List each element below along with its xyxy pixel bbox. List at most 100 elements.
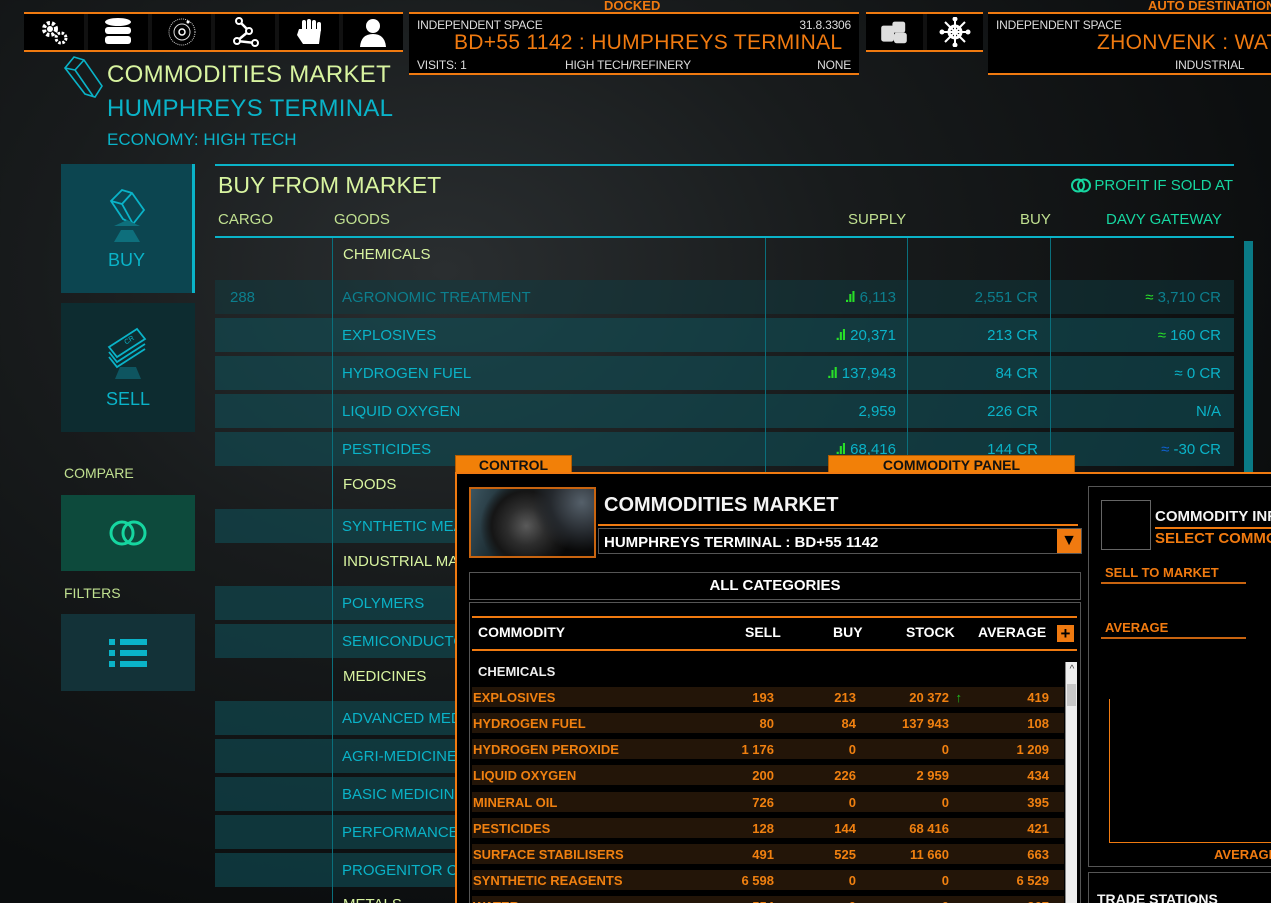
sell-price: 554: [752, 899, 774, 903]
column-buy[interactable]: BUY: [1020, 211, 1051, 228]
commodity-row[interactable]: SURFACE STABILISERS 491 525 11 660 663: [472, 844, 1064, 864]
profit-label: PROFIT IF SOLD AT: [1070, 177, 1233, 194]
all-categories-button[interactable]: ALL CATEGORIES: [469, 572, 1081, 600]
trade-stations-title: TRADE STATIONS: [1097, 891, 1218, 903]
compare-label: COMPARE: [64, 465, 134, 481]
approx-icon: ≈: [1174, 365, 1183, 382]
filters-label: FILTERS: [64, 585, 121, 601]
column-supply[interactable]: SUPPLY: [848, 211, 906, 228]
sell-tab[interactable]: CR SELL: [61, 303, 195, 432]
station-thumbnail: [469, 487, 596, 558]
column-divider: [907, 238, 908, 478]
buy-price: 144: [834, 821, 856, 836]
commodity-row[interactable]: SYNTHETIC REAGENTS 6 598 0 0 6 529: [472, 870, 1064, 890]
overlay-title: COMMODITIES MARKET: [604, 494, 839, 516]
goods-cell: PESTICIDES: [342, 441, 432, 458]
divider: [1101, 637, 1246, 639]
select-commodity-prompt: SELECT COMMODITY: [1155, 530, 1271, 547]
table-row[interactable]: PESTICIDES .ıl 68,416 144 CR ≈ -30 CR: [215, 432, 1234, 466]
scroll-up-icon[interactable]: ^: [1066, 664, 1078, 675]
add-column-button[interactable]: +: [1057, 625, 1074, 642]
commodity-name: HYDROGEN PEROXIDE: [473, 742, 619, 757]
buy-price: 226: [834, 768, 856, 783]
profit-cell: ≈ 3,710 CR: [1145, 289, 1221, 306]
sell-price: 200: [752, 768, 774, 783]
goods-cell: LIQUID OXYGEN: [342, 403, 461, 420]
sell-price: 80: [759, 716, 774, 731]
station-select[interactable]: HUMPHREYS TERMINAL : BD+55 1142 ▼: [598, 528, 1082, 554]
average-price: 395: [1027, 795, 1049, 810]
station-select-value: HUMPHREYS TERMINAL : BD+55 1142: [604, 534, 879, 551]
category-foods: FOODS: [343, 476, 397, 493]
profile-button[interactable]: [343, 14, 403, 50]
divider: [598, 524, 1078, 526]
stock-value: 0: [942, 899, 949, 903]
profit-cell: N/A: [1195, 403, 1221, 420]
commodity-name: MINERAL OIL: [473, 795, 558, 810]
database-button[interactable]: [87, 14, 148, 50]
table-row[interactable]: HYDROGEN FUEL .ıl 137,943 84 CR ≈ 0 CR: [215, 356, 1234, 390]
filters-button[interactable]: [61, 614, 195, 691]
compare-rings-icon: [1071, 178, 1092, 193]
credits-button[interactable]: [866, 14, 923, 50]
stock-value: 2 959: [916, 768, 949, 783]
current-location-name: BD+55 1142 : HUMPHREYS TERMINAL: [454, 31, 843, 54]
table-scrollbar[interactable]: [1244, 241, 1253, 473]
column-commodity[interactable]: COMMODITY: [478, 624, 565, 640]
average-price: 434: [1027, 768, 1049, 783]
money-tools: [866, 12, 983, 52]
goods-cell: POLYMERS: [342, 595, 425, 612]
divider: [472, 649, 1077, 651]
column-cargo[interactable]: CARGO: [218, 211, 273, 228]
sell-price: 6 598: [741, 873, 774, 888]
power-button[interactable]: [279, 14, 340, 50]
sell-price: 1 176: [741, 742, 774, 757]
column-average[interactable]: AVERAGE: [978, 624, 1046, 640]
commodity-overlay-panel: COMMODITIES MARKET HUMPHREYS TERMINAL : …: [455, 472, 1271, 903]
scroll-thumb[interactable]: [1067, 684, 1076, 706]
column-sell[interactable]: SELL: [745, 624, 781, 640]
buy-cargo-icon: [109, 188, 145, 242]
column-compare-station[interactable]: DAVY GATEWAY: [1106, 211, 1222, 228]
goods-cell: AGRONOMIC TREATMENT: [342, 289, 531, 306]
profit-label-text: PROFIT IF SOLD AT: [1094, 177, 1233, 194]
network-icon: [939, 17, 971, 47]
goods-cell: EXPLOSIVES: [342, 327, 437, 344]
profit-cell: ≈ -30 CR: [1161, 441, 1221, 458]
dropdown-arrow-icon[interactable]: ▼: [1057, 529, 1081, 553]
column-buy[interactable]: BUY: [833, 624, 863, 640]
average-price: 1 209: [1016, 742, 1049, 757]
current-location-panel: INDEPENDENT SPACE 31.8.3306 BD+55 1142 :…: [409, 12, 859, 75]
stock-value: 68 416: [909, 821, 949, 836]
column-goods[interactable]: GOODS: [334, 211, 390, 228]
table-row[interactable]: LIQUID OXYGEN 2,959 226 CR N/A: [215, 394, 1234, 428]
commodity-row[interactable]: HYDROGEN FUEL 80 84 137 943 108: [472, 713, 1064, 733]
current-economy: HIGH TECH/REFINERY: [565, 58, 691, 72]
profit-cell: ≈ 0 CR: [1174, 365, 1221, 382]
commodity-row[interactable]: HYDROGEN PEROXIDE 1 176 0 0 1 209: [472, 739, 1064, 759]
gears-icon: [41, 21, 68, 45]
table-row[interactable]: 288 AGRONOMIC TREATMENT .ıl 6,113 2,551 C…: [215, 280, 1234, 314]
commodity-cargo-icon: [63, 56, 103, 98]
commodity-panel-tab[interactable]: COMMODITY PANEL: [828, 455, 1075, 473]
commodity-row[interactable]: MINERAL OIL 726 0 0 395: [472, 792, 1064, 812]
compare-button[interactable]: [61, 495, 195, 571]
commodity-row[interactable]: EXPLOSIVES 193 213 20 372 419 ↑: [472, 687, 1064, 707]
buy-tab[interactable]: BUY: [61, 164, 195, 293]
settings-button[interactable]: [24, 14, 84, 50]
column-stock[interactable]: STOCK: [906, 624, 955, 640]
buy-price: 0: [848, 795, 856, 810]
control-tab[interactable]: CONTROL: [455, 455, 572, 473]
galaxy-map-button[interactable]: [151, 14, 212, 50]
commodity-row[interactable]: PESTICIDES 128 144 68 416 421: [472, 818, 1064, 838]
network-button[interactable]: [926, 14, 983, 50]
commodity-name: WATER: [473, 899, 519, 903]
buy-price-cell: 84 CR: [995, 365, 1038, 382]
overlay-scrollbar[interactable]: ^: [1065, 662, 1077, 903]
category-medicines: MEDICINES: [343, 668, 427, 685]
route-button[interactable]: [215, 14, 276, 50]
commodity-row[interactable]: WATER 554 0 0 367: [472, 896, 1064, 903]
profit-cell: ≈ 160 CR: [1157, 327, 1221, 344]
table-row[interactable]: EXPLOSIVES .ıl 20,371 213 CR ≈ 160 CR: [215, 318, 1234, 352]
commodity-row[interactable]: LIQUID OXYGEN 200 226 2 959 434: [472, 765, 1064, 785]
